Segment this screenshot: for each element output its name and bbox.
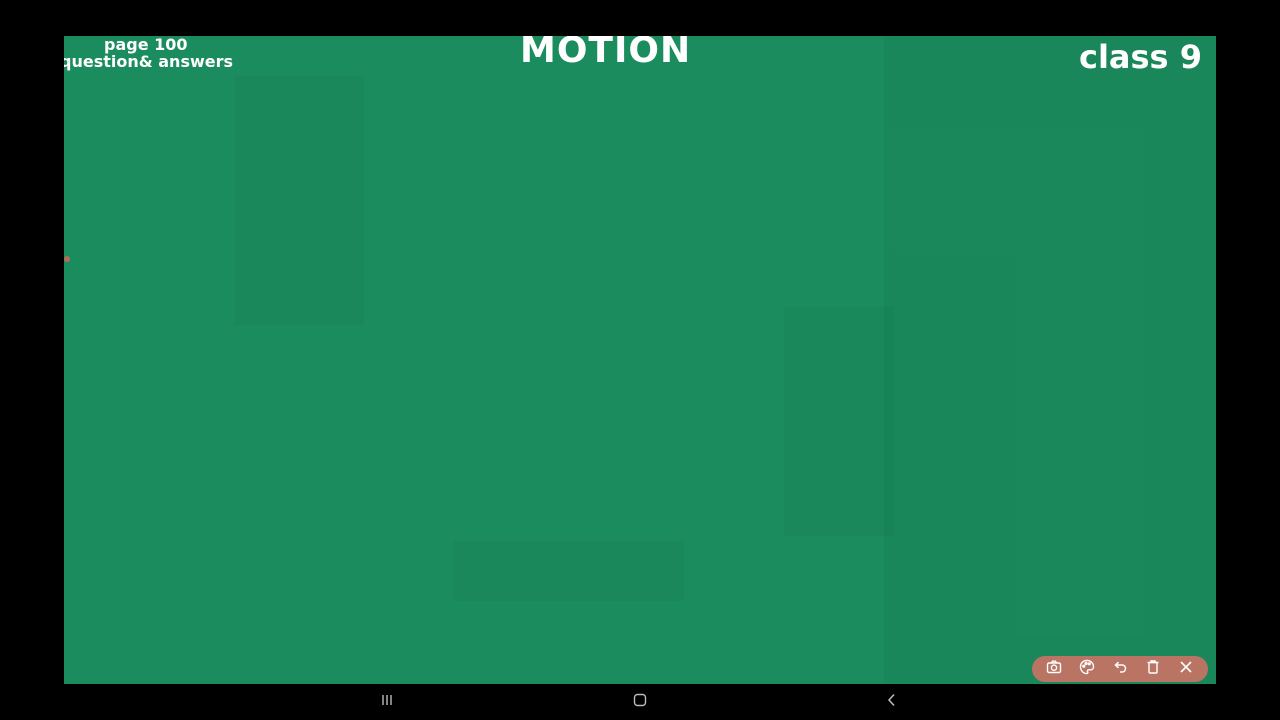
- slide-title: MOTION: [520, 36, 692, 71]
- subtitle: question& answers: [64, 52, 234, 71]
- edge-handle[interactable]: [64, 256, 70, 262]
- close-button[interactable]: [1175, 658, 1197, 680]
- back-icon: [884, 692, 900, 712]
- recent-apps-button[interactable]: [375, 692, 399, 712]
- screen: page 100 question& answers MOTION class …: [0, 0, 1280, 720]
- camera-button[interactable]: [1043, 658, 1065, 680]
- home-icon: [632, 692, 648, 712]
- camera-icon: [1046, 659, 1062, 679]
- screen-capture-toolbar: [1032, 656, 1208, 682]
- recent-apps-icon: [379, 692, 395, 712]
- delete-icon: [1145, 659, 1161, 679]
- class-label: class 9: [1078, 38, 1202, 76]
- close-icon: [1178, 659, 1194, 679]
- back-button[interactable]: [880, 692, 904, 712]
- slide: page 100 question& answers MOTION class …: [64, 36, 1216, 684]
- palette-button[interactable]: [1076, 658, 1098, 680]
- background-shade: [784, 306, 894, 536]
- delete-button[interactable]: [1142, 658, 1164, 680]
- palette-icon: [1079, 659, 1095, 679]
- home-button[interactable]: [628, 692, 652, 712]
- undo-button[interactable]: [1109, 658, 1131, 680]
- background-shade: [234, 76, 364, 326]
- system-navigation-bar: [0, 684, 1280, 720]
- background-shade: [884, 36, 1216, 684]
- undo-icon: [1112, 659, 1128, 679]
- background-shade: [454, 541, 684, 601]
